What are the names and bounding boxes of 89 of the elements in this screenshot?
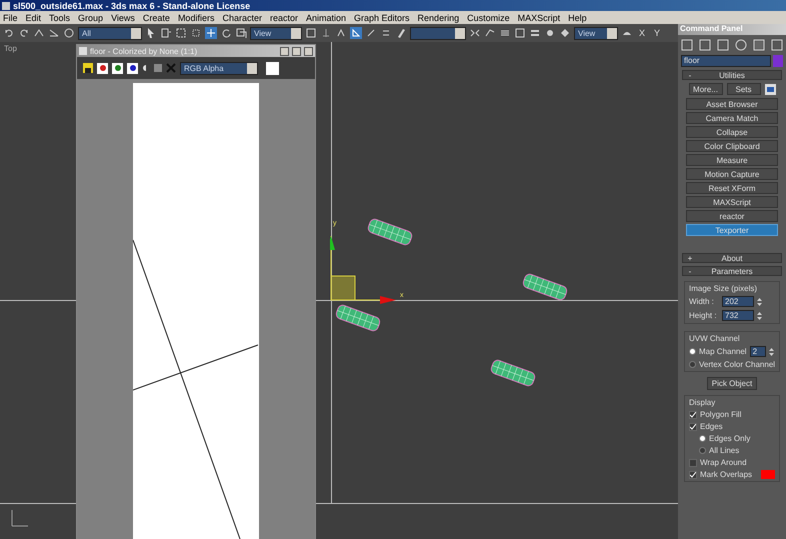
radio-button[interactable] [689, 361, 696, 368]
pick-object-button[interactable]: Pick Object [707, 377, 757, 390]
utility-button[interactable]: Collapse [686, 126, 778, 138]
spinner-icon[interactable] [768, 346, 774, 356]
field-label: Height : [689, 311, 718, 320]
redo-icon[interactable] [18, 27, 30, 39]
menu-item[interactable]: Customize [467, 12, 510, 22]
channel-dropdown[interactable]: RGB Alpha [180, 62, 258, 74]
selection-filter-dropdown[interactable]: All [78, 26, 142, 40]
object-name-field[interactable]: floor [681, 55, 771, 67]
radio-button[interactable] [699, 435, 706, 442]
more-button[interactable]: More... [688, 83, 722, 95]
view-dropdown[interactable]: View [574, 26, 618, 40]
color-swatch[interactable] [266, 62, 279, 74]
spinner-icon[interactable] [757, 310, 762, 320]
utility-button[interactable]: MAXScript [686, 196, 778, 208]
menu-item[interactable]: Create [142, 12, 170, 22]
pointer-icon[interactable] [145, 27, 157, 39]
checkbox[interactable] [689, 410, 697, 418]
overlap-color-swatch[interactable] [761, 470, 775, 479]
checkbox[interactable] [689, 422, 697, 430]
radio-button[interactable] [699, 447, 706, 454]
utility-button[interactable]: Measure [686, 154, 778, 166]
axis-button[interactable]: X [636, 28, 648, 38]
reference-coordinate-dropdown[interactable]: View [250, 26, 302, 40]
utility-button[interactable]: Reset XForm [686, 182, 778, 194]
menu-item[interactable]: Character [222, 12, 262, 22]
option-label: Map Channel [699, 347, 747, 356]
undo-icon[interactable] [3, 27, 15, 39]
utility-button[interactable]: Asset Browser [686, 98, 778, 110]
checkbox[interactable] [689, 458, 697, 466]
spinner-icon[interactable] [757, 296, 762, 306]
channel-field[interactable]: 2 [750, 346, 766, 357]
maximize-button[interactable] [292, 46, 301, 56]
channel-button[interactable] [97, 62, 108, 74]
window-title: floor - Colorized by None (1:1) [90, 46, 198, 56]
configure-icon[interactable] [764, 84, 776, 94]
option-label: All Lines [709, 446, 740, 455]
group-title: UVW Channel [689, 334, 741, 343]
sets-button[interactable]: Sets [726, 83, 760, 95]
named-selection-dropdown[interactable] [410, 26, 466, 40]
window-title: sl500_outside61.max - 3ds max 6 - Stand-alone License [13, 0, 250, 10]
menu-item[interactable]: MAXScript [518, 12, 560, 22]
crossing-icon[interactable] [190, 27, 202, 39]
rollout-header[interactable]: - Parameters [682, 266, 782, 276]
menu-item[interactable]: Modifiers [178, 12, 214, 22]
close-button[interactable] [304, 46, 313, 56]
window-icon [79, 47, 87, 55]
axis-button[interactable]: Y [651, 28, 664, 38]
menu-item[interactable]: Edit [26, 12, 42, 22]
width-field[interactable]: 202 [722, 296, 754, 307]
group-title: Image Size (pixels) [689, 284, 758, 293]
menu-item[interactable]: Help [568, 12, 587, 22]
utility-button[interactable]: reactor [686, 210, 778, 222]
rollout-header[interactable]: - Utilities [682, 70, 782, 80]
height-field[interactable]: 732 [722, 310, 754, 321]
menu-item[interactable]: Rendering [418, 12, 460, 22]
rotate-icon[interactable] [220, 27, 232, 39]
menu-item[interactable]: Graph Editors [354, 12, 410, 22]
group-title: Display [689, 398, 716, 407]
panel-title: Command Panel [678, 24, 786, 35]
utility-button[interactable]: Motion Capture [686, 168, 778, 180]
checkbox[interactable] [689, 470, 697, 478]
menu-item[interactable]: Tools [49, 12, 70, 22]
channel-button[interactable] [112, 62, 123, 74]
angle-snap-icon[interactable] [350, 27, 362, 39]
save-icon[interactable] [83, 63, 93, 73]
radio-button[interactable] [689, 348, 696, 355]
move-icon[interactable] [205, 27, 217, 39]
utility-button[interactable]: Camera Match [686, 112, 778, 124]
region-icon[interactable] [175, 27, 187, 39]
menu-item[interactable]: reactor [270, 12, 298, 22]
option-label: Polygon Fill [700, 410, 742, 419]
field-label: Width : [689, 297, 715, 306]
menu-item[interactable]: Views [111, 12, 135, 22]
menu-item[interactable]: File [3, 12, 18, 22]
channel-button[interactable] [127, 62, 138, 74]
option-label: Wrap Around [700, 458, 747, 467]
menu-item[interactable]: Group [78, 12, 104, 22]
option-label: Edges Only [709, 434, 750, 443]
option-label: Vertex Color Channel [699, 360, 776, 369]
utility-button[interactable]: Color Clipboard [686, 140, 778, 152]
option-label: Edges [700, 422, 723, 431]
minimize-button[interactable] [280, 46, 289, 56]
menu-item[interactable]: Animation [306, 12, 346, 22]
option-label: Mark Overlaps [700, 470, 752, 479]
rollout-header[interactable]: + About [682, 253, 782, 263]
viewport-label: Top [4, 44, 17, 53]
object-color-swatch[interactable] [773, 55, 783, 67]
